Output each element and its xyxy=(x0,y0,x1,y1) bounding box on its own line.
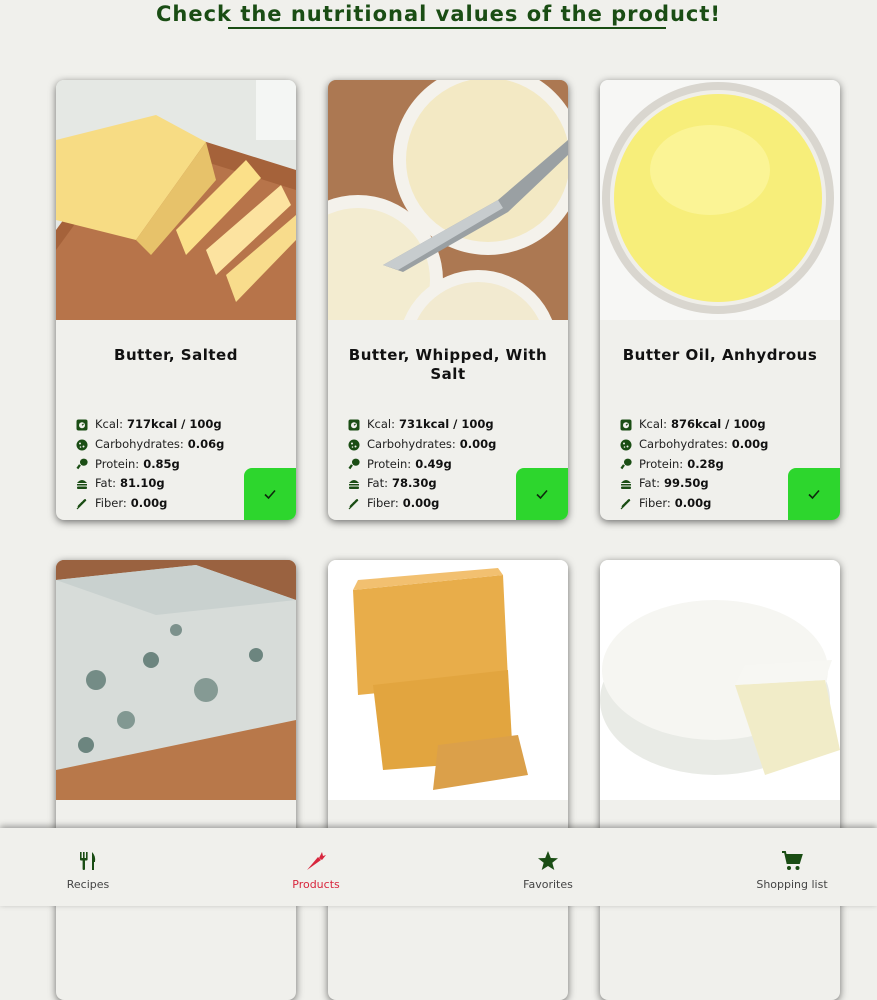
protein-row: Protein: 0.85g xyxy=(76,455,224,475)
kcal-row: Kcal: 876kcal / 100g xyxy=(620,415,768,435)
wheat-icon xyxy=(348,499,359,510)
product-name: Butter, Whipped, With Salt xyxy=(348,346,548,383)
fat-value: 78.30g xyxy=(392,476,437,491)
select-check-button[interactable] xyxy=(516,468,568,520)
utensils-icon xyxy=(80,852,96,870)
kcal-row: Kcal: 731kcal / 100g xyxy=(348,415,496,435)
nav-shopping-list[interactable]: Shopping list xyxy=(722,828,862,906)
fiber-row: Fiber: 0.00g xyxy=(620,494,768,514)
carbs-value: 0.06g xyxy=(187,436,225,451)
protein-value: 0.49g xyxy=(415,456,452,471)
fiber-value: 0.00g xyxy=(674,496,712,511)
check-icon xyxy=(808,489,820,500)
fat-value: 81.10g xyxy=(120,476,165,491)
product-card-blue-cheese[interactable] xyxy=(56,560,296,1000)
burger-icon xyxy=(621,480,631,490)
scale-icon xyxy=(348,419,360,431)
drumstick-icon xyxy=(620,459,632,470)
fiber-label: Fiber: xyxy=(95,496,127,511)
carbs-row: Carbohydrates: 0.00g xyxy=(620,435,768,455)
protein-value: 0.85g xyxy=(143,456,180,471)
product-name: Butter Oil, Anhydrous xyxy=(622,346,818,364)
product-card-brie[interactable] xyxy=(600,560,840,1000)
kcal-label: Kcal: xyxy=(639,417,667,431)
protein-row: Protein: 0.49g xyxy=(348,455,496,475)
cart-icon xyxy=(782,851,803,870)
star-icon xyxy=(538,851,558,870)
nutrition-list: Kcal: 717kcal / 100g Carbohydrates: 0.06g … xyxy=(76,415,224,514)
kcal-label: Kcal: xyxy=(367,417,395,431)
fiber-label: Fiber: xyxy=(639,496,671,511)
fiber-row: Fiber: 0.00g xyxy=(348,494,496,514)
product-image-whipped-butter xyxy=(328,80,568,320)
fat-row: Fat: 81.10g xyxy=(76,474,224,494)
carbs-label: Carbohydrates: xyxy=(639,436,728,451)
carrot-icon xyxy=(307,852,326,870)
fat-label: Fat: xyxy=(367,476,388,491)
fat-value: 99.50g xyxy=(664,476,709,491)
fat-row: Fat: 78.30g xyxy=(348,474,496,494)
nav-recipes[interactable]: Recipes xyxy=(18,828,158,906)
fat-row: Fat: 99.50g xyxy=(620,474,768,494)
fiber-value: 0.00g xyxy=(402,496,440,511)
scale-icon xyxy=(620,419,632,431)
carbs-value: 0.00g xyxy=(459,436,497,451)
kcal-row: Kcal: 717kcal / 100g xyxy=(76,415,224,435)
kcal-value: 731kcal / 100g xyxy=(398,417,494,431)
protein-value: 0.28g xyxy=(687,456,724,471)
protein-label: Protein: xyxy=(95,456,140,471)
product-image-blue-cheese xyxy=(56,560,296,800)
cookie-icon xyxy=(620,439,632,451)
title-underline xyxy=(228,27,666,29)
kcal-value: 876kcal / 100g xyxy=(670,417,766,431)
fat-label: Fat: xyxy=(639,476,660,491)
product-image-butter-salted xyxy=(56,80,296,320)
fiber-row: Fiber: 0.00g xyxy=(76,494,224,514)
select-check-button[interactable] xyxy=(244,468,296,520)
fiber-value: 0.00g xyxy=(130,496,168,511)
product-card-butter-whipped[interactable]: Butter, Whipped, With Salt Kcal: 731kcal … xyxy=(328,80,568,520)
carbs-label: Carbohydrates: xyxy=(95,436,184,451)
burger-icon xyxy=(77,480,87,490)
product-image-butter-oil xyxy=(600,80,840,320)
carbs-value: 0.00g xyxy=(731,436,769,451)
product-image-brie xyxy=(600,560,840,800)
product-name: Butter, Salted xyxy=(114,346,238,364)
nav-label: Products xyxy=(292,878,340,891)
wheat-icon xyxy=(76,499,87,510)
wheat-icon xyxy=(620,499,631,510)
protein-row: Protein: 0.28g xyxy=(620,455,768,475)
product-card-butter-oil[interactable]: Butter Oil, Anhydrous Kcal: 876kcal / 100… xyxy=(600,80,840,520)
product-image-orange-cheese xyxy=(328,560,568,800)
drumstick-icon xyxy=(348,459,360,470)
nav-label: Favorites xyxy=(523,878,573,891)
check-icon xyxy=(264,489,276,500)
carbs-row: Carbohydrates: 0.06g xyxy=(76,435,224,455)
protein-label: Protein: xyxy=(367,456,412,471)
cookie-icon xyxy=(348,439,360,451)
nutrition-list: Kcal: 731kcal / 100g Carbohydrates: 0.00g … xyxy=(348,415,496,514)
scale-icon xyxy=(76,419,88,431)
protein-label: Protein: xyxy=(639,456,684,471)
carbs-row: Carbohydrates: 0.00g xyxy=(348,435,496,455)
product-card-orange-cheese[interactable] xyxy=(328,560,568,1000)
nav-favorites[interactable]: Favorites xyxy=(478,828,618,906)
kcal-value: 717kcal / 100g xyxy=(126,417,222,431)
nav-label: Shopping list xyxy=(756,878,828,891)
fat-label: Fat: xyxy=(95,476,116,491)
cookie-icon xyxy=(76,439,88,451)
drumstick-icon xyxy=(76,459,88,470)
burger-icon xyxy=(349,480,359,490)
bottom-navigation: Recipes Products Favorites Shopping list xyxy=(0,828,877,906)
fiber-label: Fiber: xyxy=(367,496,399,511)
kcal-label: Kcal: xyxy=(95,417,123,431)
carbs-label: Carbohydrates: xyxy=(367,436,456,451)
nutrition-list: Kcal: 876kcal / 100g Carbohydrates: 0.00g … xyxy=(620,415,768,514)
product-card-butter-salted[interactable]: Butter, Salted Kcal: 717kcal / 100g Carbo… xyxy=(56,80,296,520)
nav-label: Recipes xyxy=(66,878,110,891)
select-check-button[interactable] xyxy=(788,468,840,520)
nav-products[interactable]: Products xyxy=(246,828,386,906)
check-icon xyxy=(536,489,548,500)
